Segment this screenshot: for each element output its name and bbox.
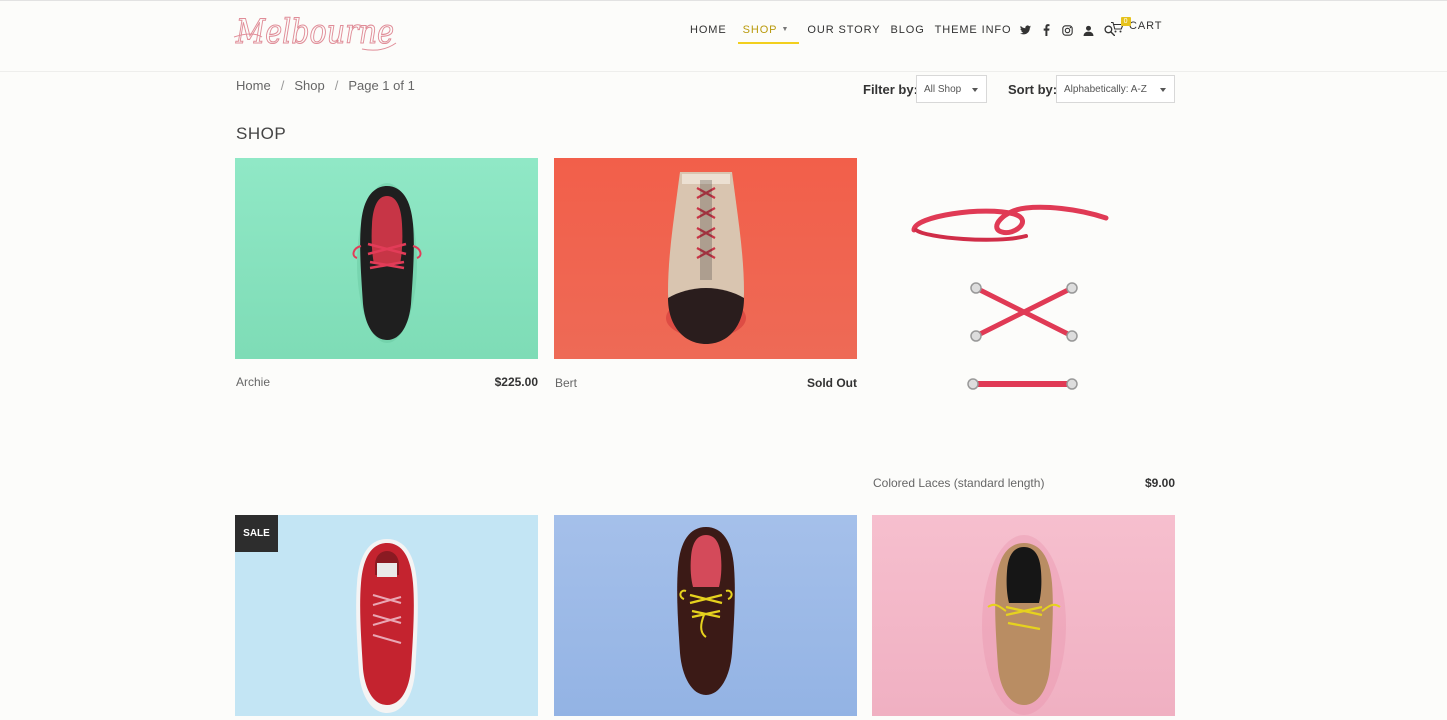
breadcrumb: Home / Shop / Page 1 of 1 (236, 78, 425, 93)
product-status: Sold Out (807, 376, 857, 390)
product-name[interactable]: Archie (236, 375, 270, 389)
product-image[interactable] (872, 158, 1175, 458)
site-header: Melbourne HOME SHOP ▼ OUR STORY BLOG THE… (0, 0, 1447, 72)
breadcrumb-separator: / (334, 78, 339, 93)
breadcrumb-page: Page 1 of 1 (348, 78, 415, 93)
sort-select[interactable]: Alphabetically: A-Z (1056, 75, 1175, 103)
melbourne-logo[interactable]: Melbourne (232, 7, 400, 63)
nav-blog[interactable]: BLOG (891, 24, 925, 36)
product-name[interactable]: Colored Laces (standard length) (873, 476, 1044, 490)
svg-text:Melbourne: Melbourne (235, 12, 394, 52)
cart-label: CART (1129, 20, 1163, 32)
product-card[interactable] (554, 515, 857, 716)
filter-select-value: All Shop (924, 84, 962, 95)
product-card[interactable]: Colored Laces (standard length) $9.00 (872, 158, 1175, 490)
product-card[interactable]: Archie $225.00 (235, 158, 538, 389)
nav-theme-info[interactable]: THEME INFO (935, 24, 1012, 36)
product-card[interactable]: SALE (235, 515, 538, 716)
breadcrumb-separator: / (280, 78, 285, 93)
shoe-image (982, 535, 1066, 715)
shoe-image (356, 539, 418, 713)
laces-image (911, 204, 1109, 390)
facebook-icon[interactable] (1041, 24, 1052, 36)
caret-down-icon (1160, 88, 1166, 92)
breadcrumb-shop[interactable]: Shop (294, 78, 324, 93)
product-card[interactable] (872, 515, 1175, 716)
page-title: SHOP (236, 124, 287, 143)
product-card[interactable]: Bert Sold Out (554, 158, 857, 390)
filter-select[interactable]: All Shop (916, 75, 987, 103)
cart-link[interactable]: 0 CART (1111, 17, 1163, 33)
caret-down-icon (972, 88, 978, 92)
nav-our-story[interactable]: OUR STORY (807, 24, 880, 36)
cart-count-badge: 0 (1121, 17, 1131, 26)
sort-label: Sort by: (1008, 82, 1058, 97)
sort-select-value: Alphabetically: A-Z (1064, 84, 1147, 95)
account-icon[interactable] (1083, 25, 1094, 36)
main-nav: HOME SHOP ▼ OUR STORY BLOG THEME INFO (690, 22, 1125, 44)
sale-badge: SALE (235, 515, 278, 552)
instagram-icon[interactable] (1061, 24, 1073, 36)
shoe-image (352, 183, 422, 343)
product-image[interactable] (235, 158, 538, 359)
twitter-icon[interactable] (1019, 25, 1031, 36)
product-image[interactable] (554, 158, 857, 359)
product-image[interactable]: SALE (235, 515, 538, 716)
product-image[interactable] (872, 515, 1175, 716)
product-name[interactable]: Bert (555, 376, 577, 390)
nav-home[interactable]: HOME (690, 24, 727, 36)
product-price: $225.00 (494, 375, 538, 389)
product-price: $9.00 (1144, 476, 1175, 490)
nav-shop[interactable]: SHOP ▼ (737, 24, 800, 44)
shoe-image (666, 172, 746, 344)
breadcrumb-home[interactable]: Home (236, 78, 271, 93)
shoe-image (677, 527, 735, 695)
chevron-down-icon: ▼ (781, 26, 790, 33)
nav-shop-label: SHOP (742, 24, 778, 36)
filter-label: Filter by: (863, 82, 918, 97)
product-image[interactable] (554, 515, 857, 716)
